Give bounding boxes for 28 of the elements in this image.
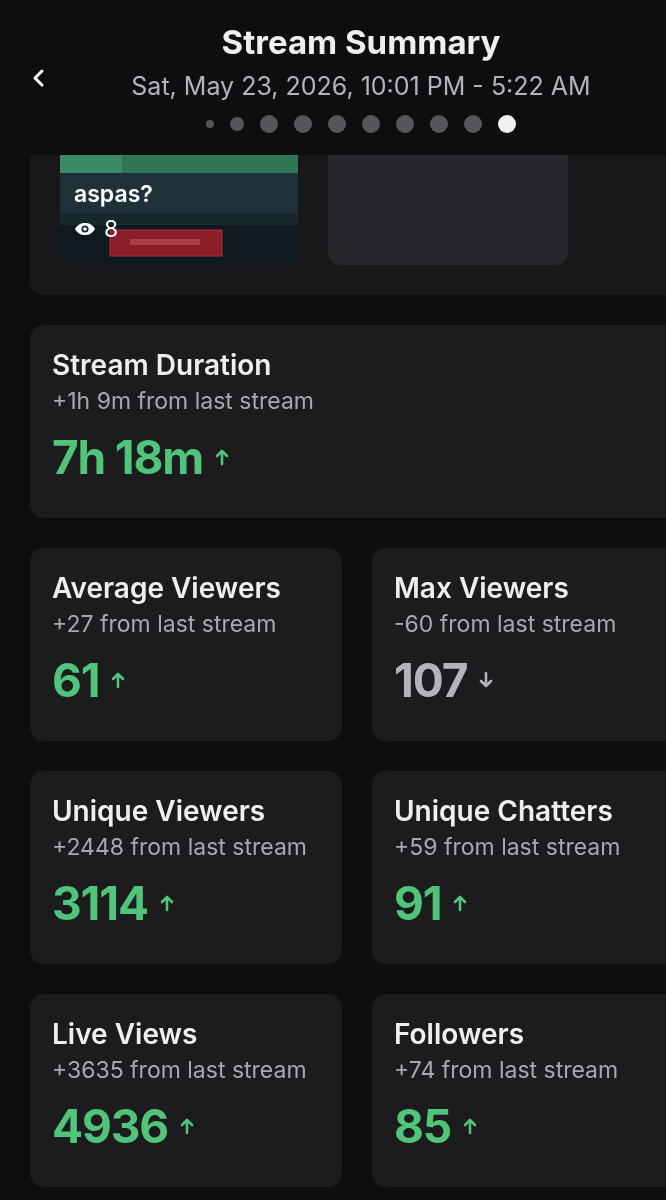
stat-value: 7h 18m <box>52 431 204 483</box>
stat-value: 3114 <box>52 877 148 929</box>
stat-change: -60 from last stream <box>394 609 618 640</box>
stat-value: 4936 <box>52 1100 168 1152</box>
stat-title: Stream Duration <box>52 349 273 381</box>
clip-title: aspas? <box>74 179 153 209</box>
date-range: Sat, May 23, 2026, 10:01 PM - 5:22 AM <box>131 70 591 103</box>
eye-icon <box>74 222 96 236</box>
stat-change: +3635 from last stream <box>52 1055 308 1086</box>
stat-title: Unique Chatters <box>394 795 614 827</box>
page-title: Stream Summary <box>221 21 501 64</box>
stat-change: +1h 9m from last stream <box>52 386 315 417</box>
stat-change: +2448 from last stream <box>52 832 308 863</box>
clip-card[interactable]: aspas? 8 <box>60 155 298 265</box>
stat-title: Live Views <box>52 1018 199 1050</box>
stat-value: 107 <box>394 654 468 706</box>
stat-change: +74 from last stream <box>394 1055 620 1086</box>
stat-title: Max Viewers <box>394 572 570 604</box>
view-count: 8 <box>104 215 119 243</box>
stat-value: 61 <box>52 654 100 706</box>
stat-change: +27 from last stream <box>52 609 278 640</box>
stat-title: Followers <box>394 1018 526 1050</box>
stat-title: Unique Viewers <box>52 795 267 827</box>
back-icon[interactable] <box>31 68 45 88</box>
stat-change: +59 from last stream <box>394 832 622 863</box>
stat-value: 85 <box>394 1100 452 1152</box>
stat-value: 91 <box>394 877 442 929</box>
stat-title: Average Viewers <box>52 572 282 604</box>
